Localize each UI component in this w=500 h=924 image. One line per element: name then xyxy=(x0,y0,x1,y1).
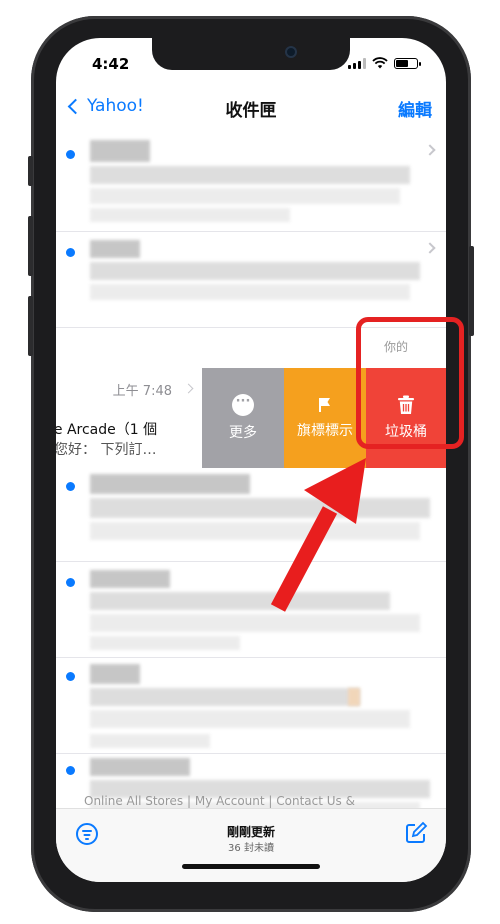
blurred-subject xyxy=(90,166,410,184)
notch xyxy=(152,38,350,70)
bottom-toolbar: 剛剛更新 36 封未讀 xyxy=(56,808,446,882)
battery-icon xyxy=(394,57,421,69)
unread-dot xyxy=(66,248,75,257)
message-time: 上午 7:48 xyxy=(112,384,172,399)
blurred-preview xyxy=(90,710,410,728)
list-item[interactable] xyxy=(56,562,446,658)
more-action-label: 更多 xyxy=(229,425,257,441)
wifi-icon xyxy=(372,57,388,69)
mute-switch xyxy=(28,156,33,186)
blurred-preview xyxy=(90,188,400,204)
blurred-sender xyxy=(90,758,190,776)
unread-dot xyxy=(66,766,75,775)
flag-action-label: 旗標標示 xyxy=(297,423,353,439)
unread-count: 36 封未讀 xyxy=(228,843,274,854)
swiped-message-content[interactable]: 上午 7:48 le Arcade（1 個 您好： 下列訂… xyxy=(56,368,202,468)
unread-dot xyxy=(66,482,75,491)
blurred-sender xyxy=(90,664,140,684)
list-item[interactable] xyxy=(56,232,446,328)
ellipsis-icon: ··· xyxy=(232,394,254,416)
status-time: 4:42 xyxy=(92,55,130,73)
power-button xyxy=(469,246,474,336)
list-item[interactable] xyxy=(56,132,446,232)
message-sender: le Arcade（1 個 xyxy=(56,422,158,438)
chevron-right-icon xyxy=(183,383,194,394)
compose-icon[interactable] xyxy=(404,821,428,845)
status-icons xyxy=(348,57,421,69)
message-footer-text: Online All Stores | My Account | Contact… xyxy=(84,794,355,808)
signal-icon xyxy=(348,57,366,69)
flag-icon xyxy=(319,398,330,412)
home-indicator[interactable] xyxy=(182,864,320,869)
navigation-bar: Yahoo! 收件匣 編輯 xyxy=(56,86,446,130)
update-status: 剛剛更新 xyxy=(226,825,275,839)
chevron-right-icon xyxy=(424,242,436,254)
unread-dot xyxy=(66,578,75,587)
message-list: 你的 上午 7:48 le Arcade（1 個 您好： 下列訂… ··· 更多… xyxy=(56,132,446,818)
highlight-box xyxy=(356,317,464,449)
blurred-preview xyxy=(90,734,210,748)
blurred-preview xyxy=(90,614,420,632)
blurred-subject xyxy=(90,688,360,706)
blurred-subject xyxy=(90,262,420,280)
red-arrow-icon xyxy=(270,458,366,612)
volume-up-button xyxy=(28,216,33,276)
edit-button[interactable]: 編輯 xyxy=(398,96,432,121)
page-title: 收件匣 xyxy=(225,101,277,121)
list-item[interactable] xyxy=(56,468,446,562)
volume-down-button xyxy=(28,296,33,356)
blurred-sender xyxy=(90,140,150,162)
unread-dot xyxy=(66,672,75,681)
phone-screen: 4:42 Yahoo! 收件匣 編輯 你的 上午 7:48 le Arcade（… xyxy=(56,38,446,882)
blurred-sender xyxy=(90,240,140,258)
blurred-preview xyxy=(90,208,290,222)
blurred-preview xyxy=(90,284,410,300)
front-camera xyxy=(285,46,297,58)
message-preview: 您好： 下列訂… xyxy=(56,442,157,458)
list-item[interactable] xyxy=(56,658,446,754)
chevron-right-icon xyxy=(424,144,436,156)
blurred-preview xyxy=(90,522,420,540)
blurred-sender xyxy=(90,474,250,494)
unread-dot xyxy=(66,150,75,159)
blurred-preview xyxy=(90,636,240,650)
blurred-sender xyxy=(90,570,170,588)
blurred-accent xyxy=(348,688,360,706)
